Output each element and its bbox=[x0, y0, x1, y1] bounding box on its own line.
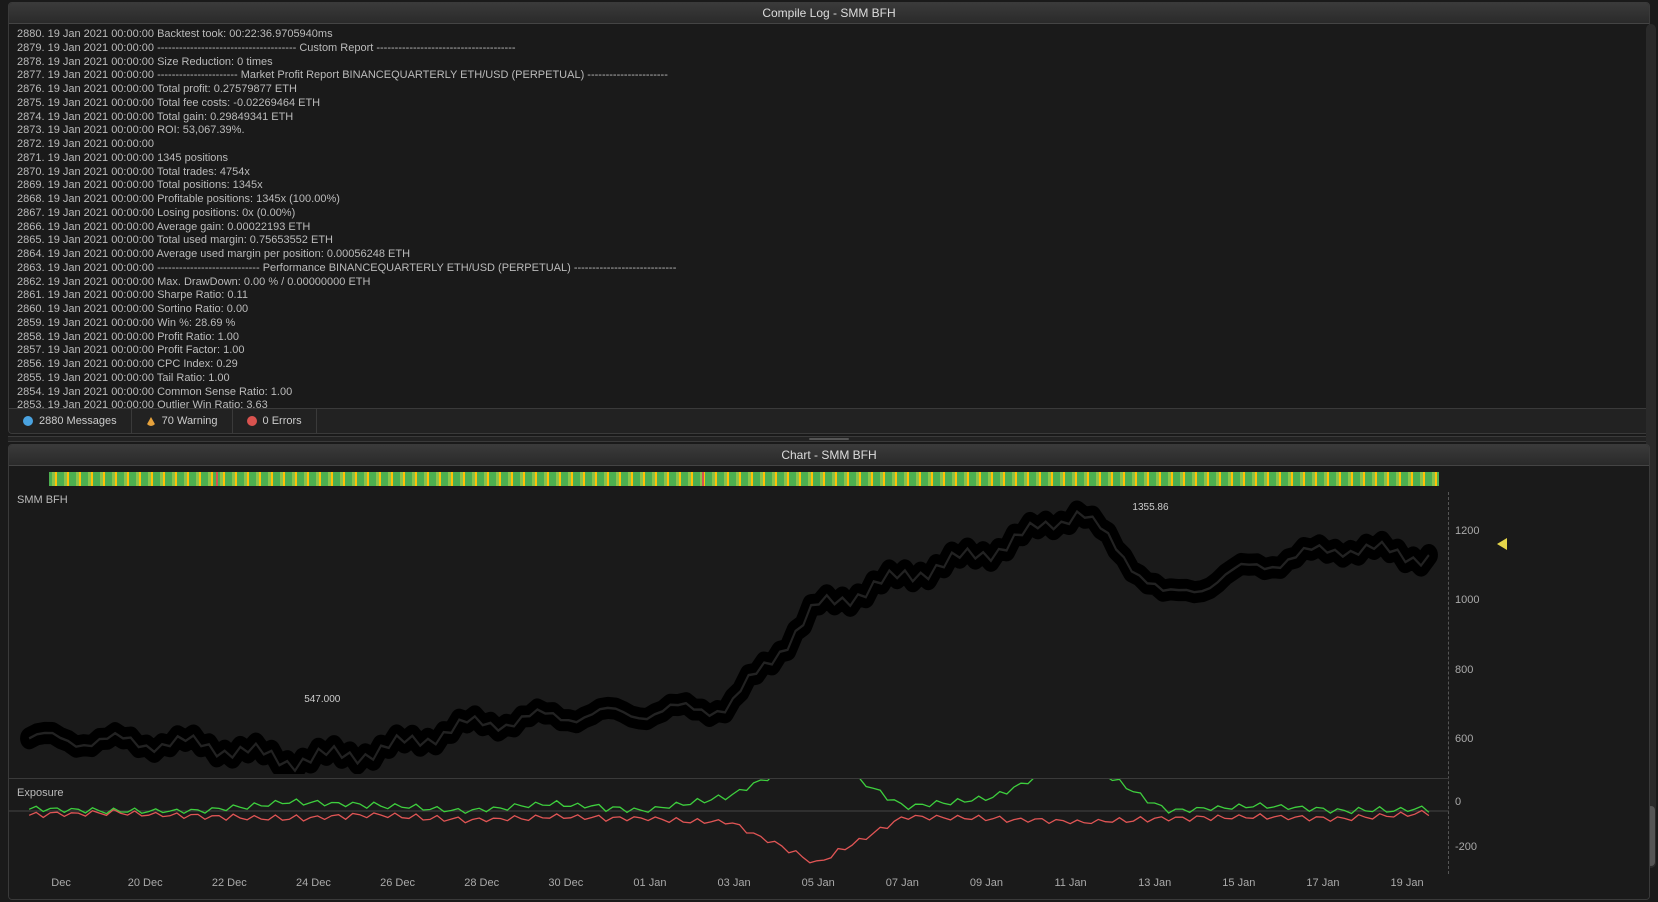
log-line[interactable]: 2864. 19 Jan 2021 00:00:00 Average used … bbox=[17, 248, 1641, 262]
chart-body[interactable]: SMM BFH 1355.86 547.000 12001000800600 E… bbox=[9, 466, 1649, 899]
y-tick: 1000 bbox=[1455, 566, 1499, 636]
log-line[interactable]: 2868. 19 Jan 2021 00:00:00 Profitable po… bbox=[17, 193, 1641, 207]
date-x-axis: Dec20 Dec22 Dec24 Dec26 Dec28 Dec30 Dec0… bbox=[19, 877, 1449, 895]
log-line[interactable]: 2853. 19 Jan 2021 00:00:00 Outlier Win R… bbox=[17, 399, 1641, 408]
x-tick: 17 Jan bbox=[1281, 877, 1365, 895]
log-line[interactable]: 2873. 19 Jan 2021 00:00:00 ROI: 53,067.3… bbox=[17, 124, 1641, 138]
log-status-bar: 2880 Messages 70 Warning 0 Errors bbox=[9, 408, 1649, 433]
y-tick: 1200 bbox=[1455, 496, 1499, 566]
exposure-tick: -200 bbox=[1455, 841, 1499, 853]
trade-activity-strip bbox=[49, 472, 1439, 486]
log-line[interactable]: 2856. 19 Jan 2021 00:00:00 CPC Index: 0.… bbox=[17, 358, 1641, 372]
error-icon bbox=[247, 416, 257, 426]
log-line[interactable]: 2857. 19 Jan 2021 00:00:00 Profit Factor… bbox=[17, 344, 1641, 358]
messages-filter-button[interactable]: 2880 Messages bbox=[9, 409, 132, 433]
exposure-y-axis: 0 -200 bbox=[1449, 779, 1499, 869]
x-tick: 09 Jan bbox=[944, 877, 1028, 895]
log-line[interactable]: 2855. 19 Jan 2021 00:00:00 Tail Ratio: 1… bbox=[17, 372, 1641, 386]
x-tick: 30 Dec bbox=[524, 877, 608, 895]
log-scrollbar[interactable] bbox=[1646, 24, 1650, 434]
x-tick: 07 Jan bbox=[860, 877, 944, 895]
x-tick: 15 Jan bbox=[1197, 877, 1281, 895]
log-line[interactable]: 2879. 19 Jan 2021 00:00:00 -------------… bbox=[17, 42, 1641, 56]
chart-panel: Chart - SMM BFH SMM BFH 1355.86 547.000 … bbox=[8, 444, 1650, 900]
log-line[interactable]: 2865. 19 Jan 2021 00:00:00 Total used ma… bbox=[17, 234, 1641, 248]
log-line[interactable]: 2854. 19 Jan 2021 00:00:00 Common Sense … bbox=[17, 386, 1641, 400]
log-line[interactable]: 2874. 19 Jan 2021 00:00:00 Total gain: 0… bbox=[17, 111, 1641, 125]
compile-log-title: Compile Log - SMM BFH bbox=[9, 3, 1649, 24]
x-tick: 11 Jan bbox=[1029, 877, 1113, 895]
chart-title: Chart - SMM BFH bbox=[9, 445, 1649, 466]
x-tick: 01 Jan bbox=[608, 877, 692, 895]
log-line[interactable]: 2870. 19 Jan 2021 00:00:00 Total trades:… bbox=[17, 166, 1641, 180]
log-line[interactable]: 2859. 19 Jan 2021 00:00:00 Win %: 28.69 … bbox=[17, 317, 1641, 331]
compile-log-body[interactable]: 2880. 19 Jan 2021 00:00:00 Backtest took… bbox=[9, 24, 1649, 408]
x-tick: Dec bbox=[19, 877, 103, 895]
panel-splitter[interactable] bbox=[8, 436, 1650, 442]
log-line[interactable]: 2860. 19 Jan 2021 00:00:00 Sortino Ratio… bbox=[17, 303, 1641, 317]
log-line[interactable]: 2871. 19 Jan 2021 00:00:00 1345 position… bbox=[17, 152, 1641, 166]
log-line[interactable]: 2878. 19 Jan 2021 00:00:00 Size Reductio… bbox=[17, 56, 1641, 70]
x-tick: 26 Dec bbox=[356, 877, 440, 895]
exposure-tick: 0 bbox=[1455, 796, 1499, 808]
warnings-filter-button[interactable]: 70 Warning bbox=[132, 409, 233, 433]
warning-icon bbox=[146, 416, 156, 426]
x-tick: 05 Jan bbox=[776, 877, 860, 895]
info-icon bbox=[23, 416, 33, 426]
compile-log-panel: Compile Log - SMM BFH 2880. 19 Jan 2021 … bbox=[8, 2, 1650, 434]
exposure-chart[interactable] bbox=[9, 779, 1449, 874]
x-tick: 20 Dec bbox=[103, 877, 187, 895]
errors-count: 0 Errors bbox=[263, 415, 302, 427]
x-tick: 19 Jan bbox=[1365, 877, 1449, 895]
x-tick: 22 Dec bbox=[187, 877, 271, 895]
price-chart[interactable] bbox=[9, 492, 1449, 774]
price-y-axis: 12001000800600 bbox=[1449, 496, 1499, 774]
log-line[interactable]: 2858. 19 Jan 2021 00:00:00 Profit Ratio:… bbox=[17, 331, 1641, 345]
log-line[interactable]: 2877. 19 Jan 2021 00:00:00 -------------… bbox=[17, 69, 1641, 83]
warnings-count: 70 Warning bbox=[162, 415, 218, 427]
messages-count: 2880 Messages bbox=[39, 415, 117, 427]
errors-filter-button[interactable]: 0 Errors bbox=[233, 409, 317, 433]
y-tick: 800 bbox=[1455, 635, 1499, 705]
log-line[interactable]: 2863. 19 Jan 2021 00:00:00 -------------… bbox=[17, 262, 1641, 276]
log-line[interactable]: 2875. 19 Jan 2021 00:00:00 Total fee cos… bbox=[17, 97, 1641, 111]
log-line[interactable]: 2876. 19 Jan 2021 00:00:00 Total profit:… bbox=[17, 83, 1641, 97]
log-line[interactable]: 2867. 19 Jan 2021 00:00:00 Losing positi… bbox=[17, 207, 1641, 221]
log-line[interactable]: 2872. 19 Jan 2021 00:00:00 bbox=[17, 138, 1641, 152]
log-line[interactable]: 2880. 19 Jan 2021 00:00:00 Backtest took… bbox=[17, 28, 1641, 42]
x-tick: 24 Dec bbox=[271, 877, 355, 895]
x-tick: 03 Jan bbox=[692, 877, 776, 895]
log-line[interactable]: 2861. 19 Jan 2021 00:00:00 Sharpe Ratio:… bbox=[17, 289, 1641, 303]
log-line[interactable]: 2862. 19 Jan 2021 00:00:00 Max. DrawDown… bbox=[17, 276, 1641, 290]
y-tick: 600 bbox=[1455, 705, 1499, 775]
x-tick: 28 Dec bbox=[440, 877, 524, 895]
log-line[interactable]: 2866. 19 Jan 2021 00:00:00 Average gain:… bbox=[17, 221, 1641, 235]
x-tick: 13 Jan bbox=[1113, 877, 1197, 895]
log-line[interactable]: 2869. 19 Jan 2021 00:00:00 Total positio… bbox=[17, 179, 1641, 193]
